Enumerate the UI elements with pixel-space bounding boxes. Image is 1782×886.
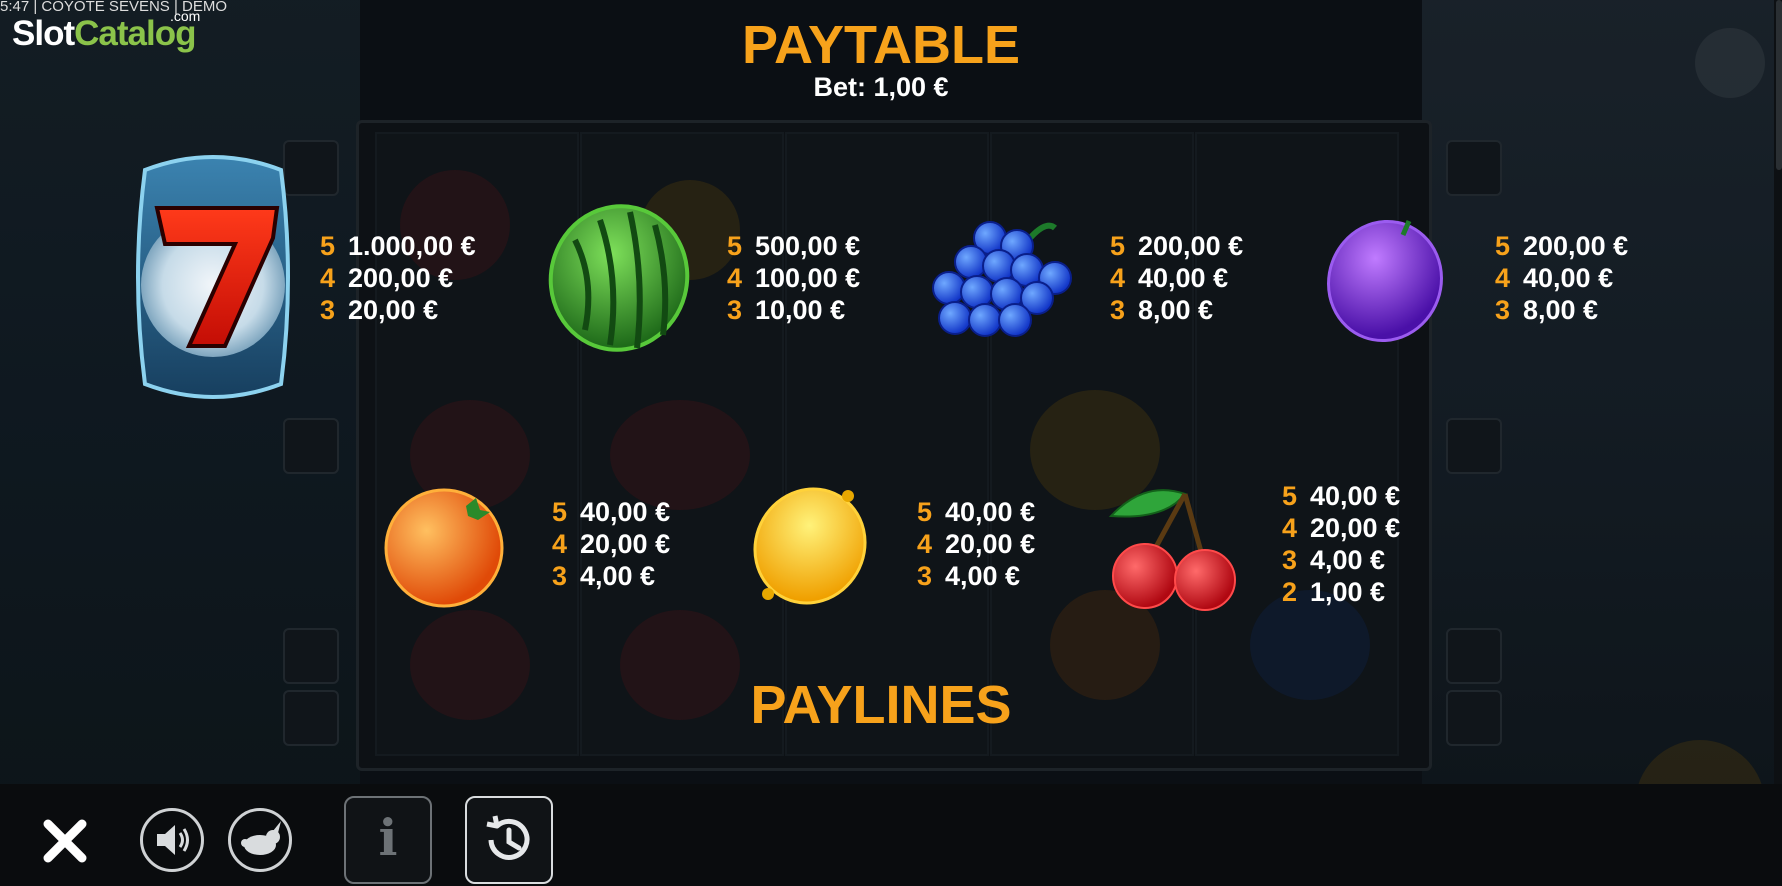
scroll-thumb[interactable] <box>1776 0 1782 170</box>
plum-payouts: 5 200,00 € 4 40,00 € 3 8,00 € <box>1495 231 1629 325</box>
seven-symbol-icon <box>125 150 301 408</box>
game-background <box>0 0 1782 886</box>
turbo-rabbit-icon[interactable] <box>228 808 292 872</box>
lemon-payouts: 5 40,00 € 4 20,00 € 3 4,00 € <box>917 497 1036 591</box>
watermelon-symbol-icon <box>545 200 693 359</box>
history-button[interactable] <box>465 796 553 884</box>
grapes-payouts: 5 200,00 € 4 40,00 € 3 8,00 € <box>1110 231 1244 325</box>
lemon-symbol-icon <box>750 482 870 611</box>
watermelon-payouts: 5 500,00 € 4 100,00 € 3 10,00 € <box>727 231 861 325</box>
orange-payouts: 5 40,00 € 4 20,00 € 3 4,00 € <box>552 497 671 591</box>
cherry-payouts: 5 40,00 € 4 20,00 € 3 4,00 € 2 1,00 € <box>1282 481 1401 607</box>
cherry-symbol-icon <box>1105 480 1245 616</box>
info-icon: i <box>378 808 398 867</box>
ghost-symbol <box>610 400 750 510</box>
payline-marker <box>1446 140 1502 196</box>
payline-marker <box>283 418 339 474</box>
close-icon[interactable] <box>40 816 90 866</box>
paylines-title: PAYLINES <box>750 675 1012 735</box>
orange-symbol-icon <box>382 484 507 613</box>
payline-marker <box>1446 418 1502 474</box>
seven-payouts: 5 1.000,00 € 4 200,00 € 3 20,00 € <box>320 231 476 325</box>
history-icon <box>486 815 530 860</box>
paytable-title: PAYTABLE <box>741 15 1021 75</box>
grapes-symbol-icon <box>925 214 1080 348</box>
scrollbar[interactable] <box>1774 0 1782 784</box>
info-button[interactable]: i <box>344 796 432 884</box>
bet-amount: Bet: 1,00 € <box>813 72 949 102</box>
plum-symbol-icon <box>1325 215 1445 349</box>
sound-icon[interactable] <box>140 808 204 872</box>
